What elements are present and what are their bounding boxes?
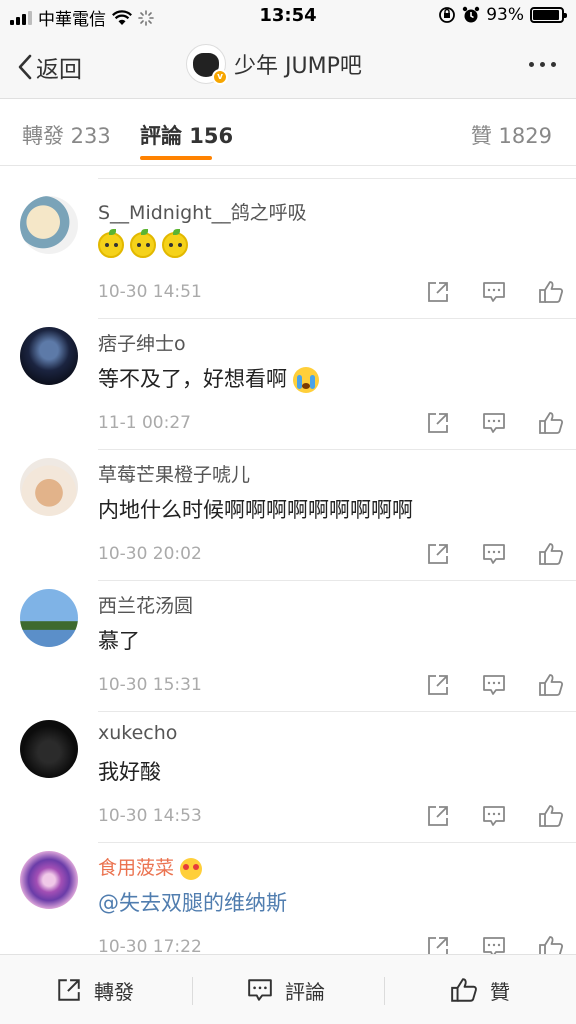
chevron-left-icon [18, 54, 32, 80]
comment-time: 10-30 15:31 [98, 675, 202, 695]
lemon-emoji-icon [98, 229, 124, 258]
comment-username[interactable]: 草莓芒果橙子唬儿 [98, 460, 250, 487]
comment-time: 10-30 14:53 [98, 806, 202, 826]
thumbs-up-icon[interactable] [538, 411, 564, 435]
verified-badge-icon: v [212, 69, 228, 85]
share-icon[interactable] [426, 280, 450, 304]
alarm-icon [463, 6, 480, 23]
back-label: 返回 [36, 57, 82, 83]
nav-bar: 返回 v 少年 JUMP吧 [0, 32, 576, 99]
tab-bar: 轉發 233 評論 156 贊 1829 [0, 100, 576, 166]
comment-time: 11-1 00:27 [98, 413, 191, 433]
comment-actions [426, 542, 564, 566]
avatar[interactable] [20, 720, 78, 778]
thumbs-up-icon[interactable] [538, 280, 564, 304]
avatar[interactable] [20, 851, 78, 909]
comment-icon [248, 979, 272, 1001]
comment-text [98, 229, 194, 258]
repost-button[interactable]: 轉發 [56, 955, 134, 1024]
thumbs-up-icon[interactable] [538, 542, 564, 566]
like-label: 贊 [490, 979, 510, 1004]
comment-username[interactable]: xukecho [98, 722, 177, 744]
active-tab-indicator [140, 156, 212, 160]
comment-text: 我好酸 [98, 760, 161, 784]
mention-link[interactable]: @失去双腿的维纳斯 [98, 887, 287, 917]
share-icon[interactable] [426, 673, 450, 697]
back-button[interactable]: 返回 [16, 50, 82, 84]
lemon-emoji-icon [162, 229, 188, 258]
reply-icon[interactable] [482, 673, 506, 697]
bottom-toolbar: 轉發 評論 贊 [0, 954, 576, 1024]
repost-label: 轉發 [94, 979, 134, 1004]
comment-text-content: 等不及了，好想看啊 [98, 367, 287, 391]
account-avatar[interactable]: v [186, 44, 228, 85]
reply-icon[interactable] [482, 542, 506, 566]
heart-eyes-emoji-icon [180, 857, 203, 880]
reply-icon[interactable] [482, 411, 506, 435]
battery-fill [533, 10, 560, 20]
comment-username[interactable]: 食用菠菜 [98, 853, 203, 880]
avatar[interactable] [20, 327, 78, 385]
tab-repost[interactable]: 轉發 233 [22, 120, 111, 150]
nav-title[interactable]: v 少年 JUMP吧 [186, 44, 362, 85]
comment-time: 10-30 14:51 [98, 282, 202, 302]
comment-button[interactable]: 評論 [247, 955, 325, 1024]
comment-username-text: 食用菠菜 [98, 857, 175, 879]
comment-username[interactable]: 痞子绅士o [98, 329, 186, 356]
avatar[interactable] [20, 196, 78, 254]
crying-face-emoji-icon [293, 367, 319, 393]
comment-text: 慕了 [98, 629, 140, 653]
share-icon[interactable] [426, 542, 450, 566]
tab-likes[interactable]: 贊 1829 [471, 120, 552, 150]
share-icon[interactable] [426, 411, 450, 435]
battery-percent: 93% [486, 5, 524, 25]
comment-actions [426, 280, 564, 304]
orientation-lock-icon [439, 7, 456, 23]
comment-username[interactable]: S__Midnight__鸽之呼吸 [98, 198, 307, 225]
tab-comments[interactable]: 評論 156 [140, 120, 233, 150]
status-bar: 中華電信 13:54 93% [0, 0, 576, 32]
share-icon [58, 979, 80, 1001]
share-icon[interactable] [426, 804, 450, 828]
comment-actions [426, 411, 564, 435]
comment-username[interactable]: 西兰花汤圆 [98, 591, 193, 618]
avatar[interactable] [20, 458, 78, 516]
battery-icon [530, 7, 567, 23]
avatar[interactable] [20, 589, 78, 647]
like-button[interactable]: 贊 [450, 955, 510, 1024]
account-name: 少年 JUMP吧 [234, 54, 362, 79]
reply-icon[interactable] [482, 280, 506, 304]
more-options-button[interactable] [529, 62, 556, 67]
lemon-emoji-icon [130, 229, 156, 258]
comment-text: 内地什么时候啊啊啊啊啊啊啊啊啊 [98, 498, 413, 522]
reply-icon[interactable] [482, 804, 506, 828]
comment-actions [426, 804, 564, 828]
thumbs-up-icon[interactable] [538, 673, 564, 697]
thumbs-up-icon[interactable] [538, 804, 564, 828]
status-right: 93% [438, 5, 567, 25]
thumbs-up-icon [451, 978, 477, 1002]
comment-text: 等不及了，好想看啊 [98, 363, 319, 393]
comment-actions [426, 673, 564, 697]
comment-label: 評論 [285, 979, 325, 1004]
comment-time: 10-30 20:02 [98, 544, 202, 564]
